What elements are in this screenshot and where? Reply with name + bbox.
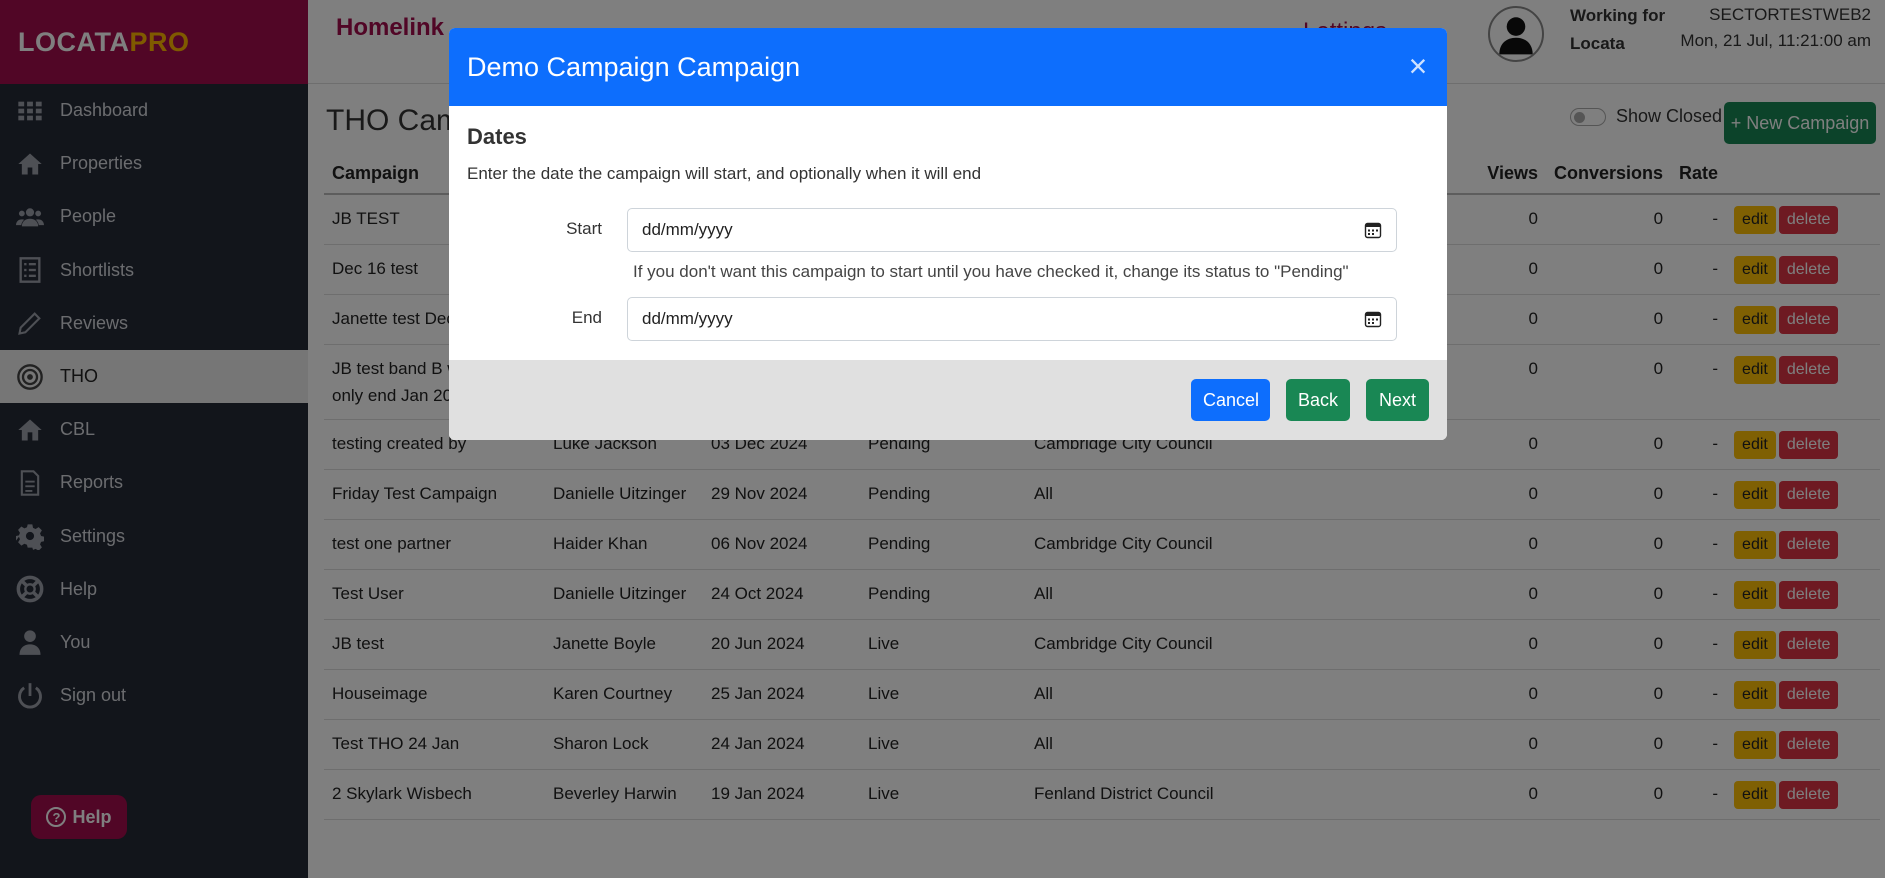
modal-header: Demo Campaign Campaign × xyxy=(449,28,1447,106)
campaign-dates-modal: Demo Campaign Campaign × Dates Enter the… xyxy=(449,28,1447,440)
end-date-column: dd/mm/yyyy xyxy=(627,297,1397,341)
start-date-hint: If you don't want this campaign to start… xyxy=(633,262,1349,281)
end-date-input[interactable]: dd/mm/yyyy xyxy=(627,297,1397,341)
start-date-column: dd/mm/yyyy If you don't want this campai… xyxy=(627,208,1397,282)
cancel-button[interactable]: Cancel xyxy=(1191,379,1270,421)
start-date-row: Start dd/mm/yyyy If you don't want this … xyxy=(467,208,1411,282)
modal-body: Dates Enter the date the campaign will s… xyxy=(449,106,1447,360)
modal-title: Demo Campaign Campaign xyxy=(467,51,801,82)
calendar-icon[interactable] xyxy=(1364,310,1382,328)
section-title: Dates xyxy=(467,124,527,149)
back-button[interactable]: Back xyxy=(1286,379,1350,421)
calendar-icon[interactable] xyxy=(1364,221,1382,239)
end-date-value: dd/mm/yyyy xyxy=(642,309,733,328)
start-date-value: dd/mm/yyyy xyxy=(642,220,733,239)
modal-footer: Cancel Back Next xyxy=(449,360,1447,440)
start-date-input[interactable]: dd/mm/yyyy xyxy=(627,208,1397,252)
section-description: Enter the date the campaign will start, … xyxy=(467,164,982,183)
end-date-row: End dd/mm/yyyy xyxy=(467,297,1411,341)
end-date-label: End xyxy=(571,308,602,327)
close-icon[interactable]: × xyxy=(1403,50,1433,82)
next-button[interactable]: Next xyxy=(1366,379,1429,421)
start-date-label: Start xyxy=(566,219,602,238)
